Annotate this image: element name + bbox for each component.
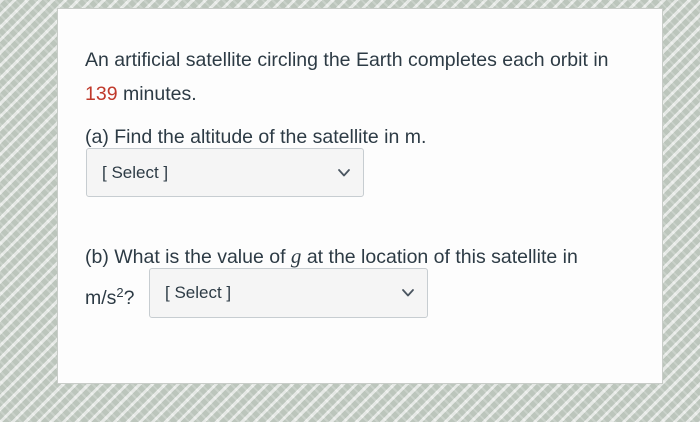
unit-base: m/s [85, 287, 117, 309]
altitude-answer-select[interactable]: [ Select ] [86, 148, 364, 197]
altitude-select-value: [ Select ] [102, 162, 169, 182]
unit-tail: ? [123, 287, 135, 309]
gravity-select-value: [ Select ] [165, 283, 232, 302]
question-stem: An artificial satellite circling the Ear… [85, 43, 645, 111]
part-b-variable: g [290, 244, 302, 268]
gravity-answer-select[interactable]: [ Select ] [149, 268, 428, 318]
orbit-period-value: 139 [85, 83, 118, 105]
part-b-suffix: at the location of this satellite in [301, 246, 578, 268]
chevron-down-icon [402, 289, 414, 297]
stem-text-before: An artificial satellite circling the Ear… [85, 49, 609, 71]
unit-label: m/s2? [85, 283, 135, 313]
question-card: An artificial satellite circling the Ear… [57, 8, 663, 384]
part-b-prefix: (b) What is the value of [85, 246, 291, 268]
unit-exponent: 2 [116, 285, 124, 300]
chevron-down-icon [338, 168, 350, 176]
stem-text-after: minutes. [117, 83, 197, 105]
